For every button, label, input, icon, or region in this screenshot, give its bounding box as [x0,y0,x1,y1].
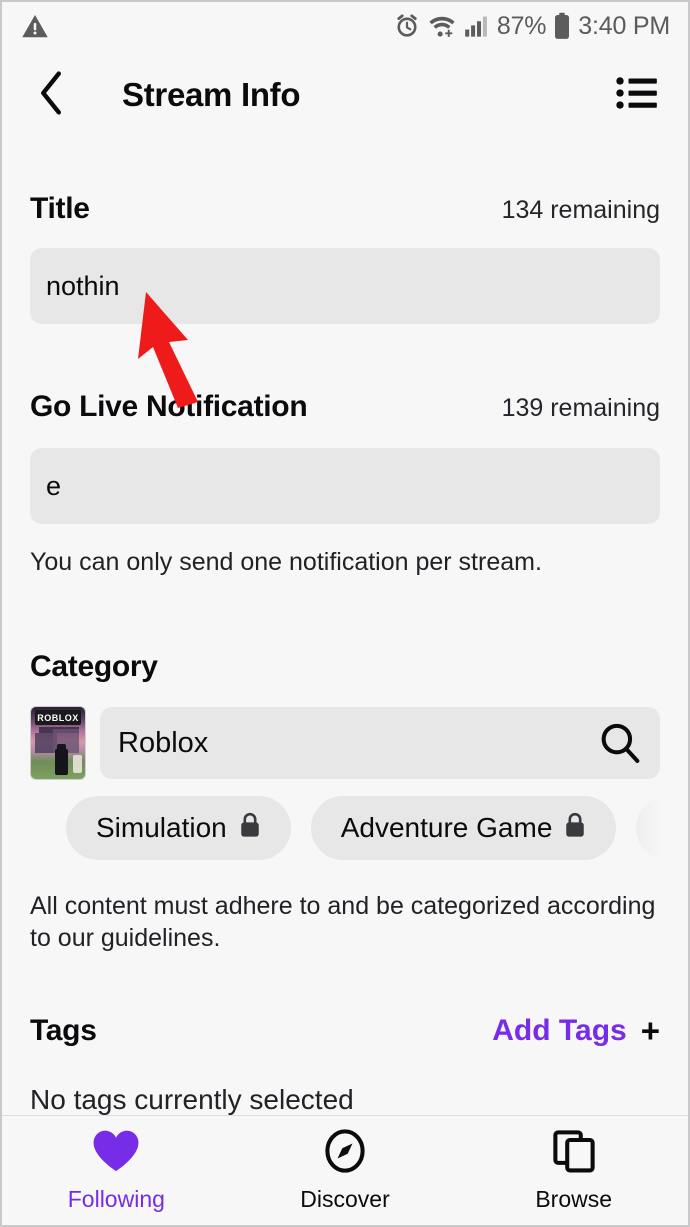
notification-helper-text: You can only send one notification per s… [30,548,542,576]
status-bar-left [20,11,50,41]
category-helper-text: All content must adhere to and be catego… [30,892,656,952]
lock-icon [564,812,586,845]
alarm-clock-icon [394,13,420,39]
title-input-value: nothin [46,270,120,301]
chip-simulation[interactable]: Simulation [66,796,291,860]
bottom-navigation: Following Discover Browse [2,1115,688,1225]
boxart-character-secondary [73,755,82,773]
page-title: Stream Info [122,76,301,113]
warning-triangle-icon [20,11,50,41]
boxart-character-head [57,744,66,752]
app-header: Stream Info [2,50,688,140]
chip-adventure-game[interactable]: Adventure Game [310,796,617,860]
tags-empty-text: No tags currently selected [30,1084,354,1115]
title-section-header: Title 134 remaining [30,192,660,226]
search-icon[interactable] [598,721,642,765]
stream-info-form: Title 134 remaining nothin Go Live Notif… [2,140,688,1115]
stream-manager-list-button[interactable] [612,70,662,120]
title-remaining-count: 134 remaining [501,196,660,224]
bulleted-list-icon [615,76,659,115]
back-button[interactable] [28,70,74,120]
battery-icon [553,12,571,40]
copy-stack-icon [551,1129,597,1178]
notification-input-value: e [46,470,62,501]
notification-section-header: Go Live Notification 139 remaining [30,390,660,424]
lock-icon [239,812,261,845]
category-search-input[interactable]: Roblox [100,707,660,779]
clock-label: 3:40 PM [578,11,670,40]
chip-adventure-game-label: Adventure Game [340,812,553,843]
nav-item-following[interactable]: Following [2,1116,231,1225]
chip-simulation-label: Simulation [96,812,227,843]
heart-icon [91,1129,141,1178]
add-tags-label: Add Tags [492,1014,627,1047]
roblox-logo: ROBLOX [35,710,81,725]
notification-remaining-count: 139 remaining [501,394,660,422]
nav-item-discover-label: Discover [300,1185,390,1212]
nav-item-browse[interactable]: Browse [459,1116,688,1225]
status-bar: 87% 3:40 PM [2,2,688,50]
chip-action-partial-label: Ac [666,812,688,843]
title-input[interactable]: nothin [30,248,660,324]
category-label: Category [30,650,158,683]
status-bar-right: 87% 3:40 PM [394,12,670,41]
compass-icon [321,1128,369,1178]
tags-section-header: Tags Add Tags + [30,1012,660,1050]
nav-item-following-label: Following [67,1185,165,1212]
chevron-left-icon [36,70,66,120]
notification-label: Go Live Notification [30,390,308,423]
phone-screen: 87% 3:40 PM Stream Info Title 134 remain… [0,0,690,1227]
notification-input[interactable]: e [30,448,660,524]
nav-item-discover[interactable]: Discover [231,1116,460,1225]
nav-item-browse-label: Browse [535,1185,613,1212]
category-boxart: ROBLOX [30,706,86,780]
battery-percent-label: 87% [496,11,547,40]
wifi-icon [427,13,457,39]
category-row: ROBLOX Roblox [30,706,660,780]
tags-label: Tags [30,1014,97,1047]
boxart-character-body [55,749,68,775]
title-label: Title [30,192,90,225]
category-tag-chips: Simulation Adventure Game Ac [66,796,688,860]
chip-action-partial[interactable]: Ac [636,796,688,860]
category-value: Roblox [118,726,209,759]
plus-icon: + [640,1012,660,1049]
add-tags-button[interactable]: Add Tags + [492,1012,660,1050]
category-section: Category ROBLOX Roblox Simulation Advent… [30,650,688,954]
signal-bars-icon [464,14,490,38]
